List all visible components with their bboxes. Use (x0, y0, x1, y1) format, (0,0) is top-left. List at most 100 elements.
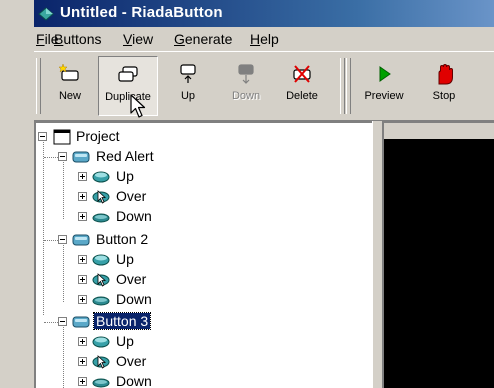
tree-node-button[interactable]: Button 3 (56, 312, 366, 332)
state-down-icon (92, 213, 110, 223)
state-up-icon (92, 171, 110, 183)
up-label: Up (180, 90, 196, 102)
new-icon (58, 63, 79, 81)
button-icon (72, 234, 90, 246)
menu-bar: File Buttons View Generate Help (34, 27, 494, 51)
tree-node-label: Over (116, 353, 147, 369)
up-button[interactable]: Up (158, 56, 218, 116)
expand-toggle[interactable] (78, 192, 87, 201)
tree-node-state-up[interactable]: Up (76, 332, 366, 352)
expand-toggle[interactable] (78, 295, 87, 304)
tree-node-state-over[interactable]: Over (76, 270, 366, 290)
expand-toggle[interactable] (78, 337, 87, 346)
tree-node-label: Down (116, 373, 152, 388)
tree-node-label: Over (116, 188, 147, 204)
menu-generate-mnemonic: G (174, 31, 185, 47)
tree-line (43, 137, 44, 315)
tree-node-project[interactable]: Project (36, 127, 366, 147)
preview-label: Preview (364, 90, 404, 102)
expand-toggle[interactable] (78, 212, 87, 221)
tree-node-label: Red Alert (96, 148, 154, 164)
tree-node-state-over[interactable]: Over (76, 187, 366, 207)
menu-view-label: iew (132, 31, 154, 47)
menu-view-mnemonic: V (123, 31, 133, 47)
move-up-icon (180, 64, 196, 83)
state-over-icon (92, 273, 110, 287)
collapse-toggle[interactable] (58, 152, 67, 161)
collapse-toggle[interactable] (58, 317, 67, 326)
menu-generate[interactable]: Generate (174, 31, 232, 47)
menu-help-mnemonic: H (250, 31, 261, 47)
delete-label: Delete (286, 90, 318, 102)
toolbar: New Duplicate Up Down Delete Preview Sto… (34, 51, 494, 121)
new-label: New (58, 90, 81, 102)
expand-toggle[interactable] (78, 275, 87, 284)
main-content: Project Red Alert Up Over Down Button 2 … (34, 121, 494, 388)
collapse-toggle[interactable] (58, 235, 67, 244)
pane-splitter[interactable] (372, 121, 382, 388)
state-up-icon (92, 254, 110, 266)
toolbar-grip-3[interactable] (346, 58, 351, 114)
tree-node-label: Button 2 (96, 231, 149, 247)
preview-canvas[interactable] (384, 139, 494, 388)
tree-node-label: Up (116, 251, 134, 267)
menu-buttons-label: uttons (63, 31, 102, 47)
menu-buttons[interactable]: Buttons (54, 31, 101, 47)
tree-node-label: Down (116, 291, 152, 307)
tree-node-label: Down (116, 208, 152, 224)
preview-button[interactable]: Preview (354, 56, 414, 116)
project-tree[interactable]: Project Red Alert Up Over Down Button 2 … (34, 121, 372, 388)
tree-node-state-down[interactable]: Down (76, 372, 366, 388)
stop-label: Stop (432, 90, 456, 102)
duplicate-label: Duplicate (105, 91, 151, 103)
expand-toggle[interactable] (78, 357, 87, 366)
duplicate-icon (118, 66, 138, 82)
state-over-icon (92, 355, 110, 369)
expand-toggle[interactable] (78, 172, 87, 181)
tree-node-button[interactable]: Button 2 (56, 230, 366, 250)
stop-button[interactable]: Stop (414, 56, 474, 116)
play-icon (379, 66, 391, 82)
window-title: Untitled - RiadaButton (60, 4, 223, 21)
tree-node-state-up[interactable]: Up (76, 250, 366, 270)
preview-pane (382, 121, 494, 388)
expand-toggle[interactable] (78, 255, 87, 264)
state-up-icon (92, 336, 110, 348)
tree-node-state-over[interactable]: Over (76, 352, 366, 372)
expand-toggle[interactable] (78, 377, 87, 386)
project-icon (53, 129, 71, 145)
tree-node-label: Up (116, 333, 134, 349)
tree-node-state-down[interactable]: Down (76, 207, 366, 227)
collapse-toggle[interactable] (38, 132, 47, 141)
new-button[interactable]: New (40, 56, 100, 116)
tree-node-label: Up (116, 168, 134, 184)
state-over-icon (92, 190, 110, 204)
state-down-icon (92, 296, 110, 306)
duplicate-button[interactable]: Duplicate (98, 56, 158, 116)
tree-node-label: Project (76, 128, 120, 144)
menu-view[interactable]: View (123, 31, 153, 47)
title-bar[interactable]: Untitled - RiadaButton (34, 0, 494, 27)
state-down-icon (92, 378, 110, 388)
tree-node-state-down[interactable]: Down (76, 290, 366, 310)
menu-generate-label: enerate (184, 31, 233, 47)
button-icon (72, 316, 90, 328)
stop-hand-icon (438, 63, 453, 85)
menu-buttons-mnemonic: B (54, 31, 64, 47)
tree-node-label: Over (116, 271, 147, 287)
menu-help-label: elp (260, 31, 279, 47)
menu-help[interactable]: Help (250, 31, 279, 47)
tree-node-label-selected: Button 3 (92, 312, 152, 330)
delete-icon (293, 65, 311, 83)
button-icon (72, 151, 90, 163)
toolbar-grip-2[interactable] (340, 58, 345, 114)
tree-node-state-up[interactable]: Up (76, 167, 366, 187)
app-window: Untitled - RiadaButton File Buttons View… (0, 0, 494, 388)
delete-button[interactable]: Delete (272, 56, 332, 116)
menu-file-mnemonic: F (36, 31, 45, 47)
down-label: Down (231, 90, 261, 102)
move-down-icon (238, 64, 254, 84)
app-icon (38, 7, 54, 21)
down-button[interactable]: Down (216, 56, 276, 116)
tree-node-button[interactable]: Red Alert (56, 147, 366, 167)
